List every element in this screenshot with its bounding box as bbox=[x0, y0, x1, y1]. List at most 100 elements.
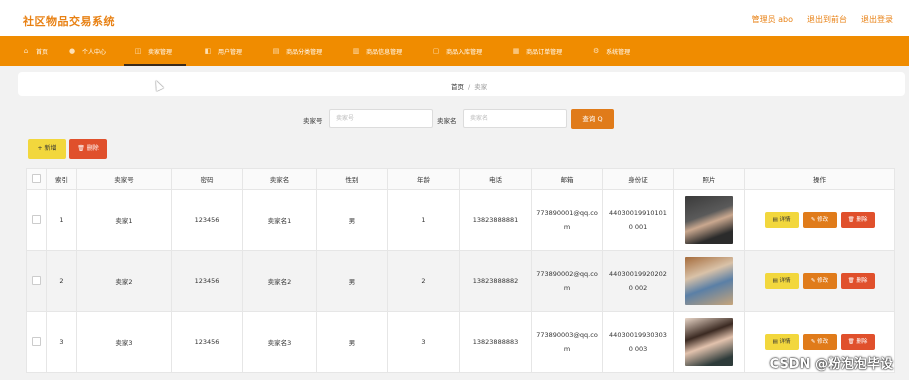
cell-email: 773890003@qq.co m bbox=[531, 311, 603, 373]
nav-item-system[interactable]: ⚙ 系统管理 bbox=[592, 36, 630, 66]
cell-actions: ▤ 详情 ✎ 修改 🗑 删除 bbox=[744, 250, 895, 312]
search-bar: 卖家号 卖家号 卖家名 卖家名 查询 Q bbox=[8, 108, 909, 130]
cell-seller-name: 卖家名2 bbox=[242, 250, 317, 312]
detail-button[interactable]: ▤ 详情 bbox=[764, 273, 799, 289]
breadcrumb-separator: / bbox=[468, 83, 471, 91]
cell-seller-no: 卖家2 bbox=[76, 250, 172, 312]
cell-phone: 13823888883 bbox=[459, 311, 532, 373]
cell-seller-name: 卖家名1 bbox=[242, 189, 317, 251]
detail-button[interactable]: ▤ 详情 bbox=[764, 334, 799, 350]
select-all-checkbox[interactable] bbox=[26, 168, 47, 190]
col-age: 年龄 bbox=[387, 168, 460, 190]
category-icon: ▤ bbox=[272, 47, 280, 55]
nav-item-goods[interactable]: ▥ 商品信息管理 bbox=[352, 36, 402, 66]
cell-gender: 男 bbox=[316, 311, 388, 373]
row-checkbox[interactable] bbox=[26, 189, 47, 251]
col-gender: 性别 bbox=[316, 168, 388, 190]
cell-id-card: 440300199303030 003 bbox=[602, 311, 674, 373]
table-row: 2 卖家2 123456 卖家名2 男 2 13823888882 773890… bbox=[26, 250, 895, 312]
seller-table: 索引 卖家号 密码 卖家名 性别 年龄 电话 邮箱 身份证 照片 操作 1 卖家… bbox=[26, 168, 895, 373]
breadcrumb-current: 卖家 bbox=[474, 83, 488, 91]
col-phone: 电话 bbox=[459, 168, 532, 190]
top-links: 管理员 abo 退出到前台 退出登录 bbox=[752, 14, 893, 25]
logout-link[interactable]: 退出登录 bbox=[861, 14, 893, 25]
cell-photo bbox=[673, 250, 745, 312]
cell-age: 1 bbox=[387, 189, 460, 251]
col-actions: 操作 bbox=[744, 168, 895, 190]
nav-item-home[interactable]: ⌂ 首页 bbox=[22, 36, 48, 66]
seller-no-input[interactable]: 卖家号 bbox=[329, 109, 433, 128]
cell-photo bbox=[673, 189, 745, 251]
cell-gender: 男 bbox=[316, 250, 388, 312]
cell-seller-no: 卖家3 bbox=[76, 311, 172, 373]
nav-item-users[interactable]: ◧ 用户管理 bbox=[204, 36, 242, 66]
delete-button[interactable]: 🗑 删除 bbox=[840, 334, 875, 350]
top-bar: 社区物品交易系统 管理员 abo 退出到前台 退出登录 bbox=[0, 0, 909, 36]
breadcrumb-home[interactable]: 首页 bbox=[451, 83, 464, 91]
col-password: 密码 bbox=[171, 168, 243, 190]
watermark: CSDN @粉泡泡毕设 bbox=[769, 357, 893, 372]
col-seller-name: 卖家名 bbox=[242, 168, 317, 190]
cell-password: 123456 bbox=[171, 311, 243, 373]
delete-button[interactable]: 🗑 删除 bbox=[840, 273, 875, 289]
main-nav: ⌂ 首页 ● 个人中心 ◫ 卖家管理 ◧ 用户管理 ▤ 商品分类管理 ▥ 商品信息管理 ▢ 商… bbox=[0, 36, 909, 66]
cell-age: 2 bbox=[387, 250, 460, 312]
cell-password: 123456 bbox=[171, 250, 243, 312]
breadcrumb: 首页 / 卖家 bbox=[451, 81, 487, 91]
storage-icon: ▢ bbox=[432, 47, 440, 55]
edit-button[interactable]: ✎ 修改 bbox=[802, 212, 837, 228]
current-user: 管理员 abo bbox=[751, 15, 793, 24]
nav-item-seller[interactable]: ◫ 卖家管理 bbox=[124, 36, 187, 66]
table-row: 1 卖家1 123456 卖家名1 男 1 13823888881 773890… bbox=[26, 189, 895, 251]
seller-photo[interactable] bbox=[685, 318, 733, 366]
seller-name-input[interactable]: 卖家名 bbox=[463, 109, 567, 128]
user-icon: ● bbox=[68, 47, 76, 55]
col-index: 索引 bbox=[46, 168, 77, 190]
add-button[interactable]: + 新增 bbox=[28, 139, 66, 159]
users-icon: ◧ bbox=[204, 47, 212, 55]
edit-button[interactable]: ✎ 修改 bbox=[802, 273, 837, 289]
cell-seller-no: 卖家1 bbox=[76, 189, 172, 251]
cell-seller-name: 卖家名3 bbox=[242, 311, 317, 373]
col-email: 邮箱 bbox=[531, 168, 603, 190]
cell-id-card: 440300199202020 002 bbox=[602, 250, 674, 312]
back-to-front-link[interactable]: 退出到前台 bbox=[807, 14, 847, 25]
cell-age: 3 bbox=[387, 311, 460, 373]
goods-icon: ▥ bbox=[352, 47, 360, 55]
settings-icon: ⚙ bbox=[592, 47, 600, 55]
query-button[interactable]: 查询 Q bbox=[571, 109, 614, 129]
row-checkbox[interactable] bbox=[26, 250, 47, 312]
cell-index: 2 bbox=[46, 250, 77, 312]
nav-item-category[interactable]: ▤ 商品分类管理 bbox=[272, 36, 322, 66]
nav-item-profile[interactable]: ● 个人中心 bbox=[68, 36, 106, 66]
app-title: 社区物品交易系统 bbox=[23, 15, 115, 28]
cell-gender: 男 bbox=[316, 189, 388, 251]
detail-button[interactable]: ▤ 详情 bbox=[764, 212, 799, 228]
home-icon: ⌂ bbox=[23, 47, 29, 55]
nav-item-orders[interactable]: ▦ 商品订单管理 bbox=[512, 36, 562, 66]
cell-email: 773890001@qq.co m bbox=[531, 189, 603, 251]
cell-index: 1 bbox=[46, 189, 77, 251]
row-checkbox[interactable] bbox=[26, 311, 47, 373]
main-content: 首页 / 卖家 卖家号 卖家号 卖家名 卖家名 查询 Q + 新增 🗑 删除 索引 … bbox=[8, 66, 909, 380]
seller-photo[interactable] bbox=[685, 257, 733, 305]
seller-photo[interactable] bbox=[685, 196, 733, 244]
nav-item-storage[interactable]: ▢ 商品入库管理 bbox=[432, 36, 482, 66]
breadcrumb-bar: 首页 / 卖家 bbox=[18, 72, 905, 96]
delete-button[interactable]: 🗑 删除 bbox=[840, 212, 875, 228]
seller-icon: ◫ bbox=[134, 47, 142, 55]
seller-no-label: 卖家号 bbox=[303, 117, 323, 125]
cell-phone: 13823888881 bbox=[459, 189, 532, 251]
col-id-card: 身份证 bbox=[602, 168, 674, 190]
table-row: 3 卖家3 123456 卖家名3 男 3 13823888883 773890… bbox=[26, 311, 895, 373]
edit-button[interactable]: ✎ 修改 bbox=[802, 334, 837, 350]
cell-id-card: 440300199101010 001 bbox=[602, 189, 674, 251]
col-seller-no: 卖家号 bbox=[76, 168, 172, 190]
batch-delete-button[interactable]: 🗑 删除 bbox=[69, 139, 107, 159]
seller-name-label: 卖家名 bbox=[437, 117, 457, 125]
cell-password: 123456 bbox=[171, 189, 243, 251]
col-photo: 照片 bbox=[673, 168, 745, 190]
table-header-row: 索引 卖家号 密码 卖家名 性别 年龄 电话 邮箱 身份证 照片 操作 bbox=[26, 168, 895, 190]
cell-index: 3 bbox=[46, 311, 77, 373]
cell-email: 773890002@qq.co m bbox=[531, 250, 603, 312]
